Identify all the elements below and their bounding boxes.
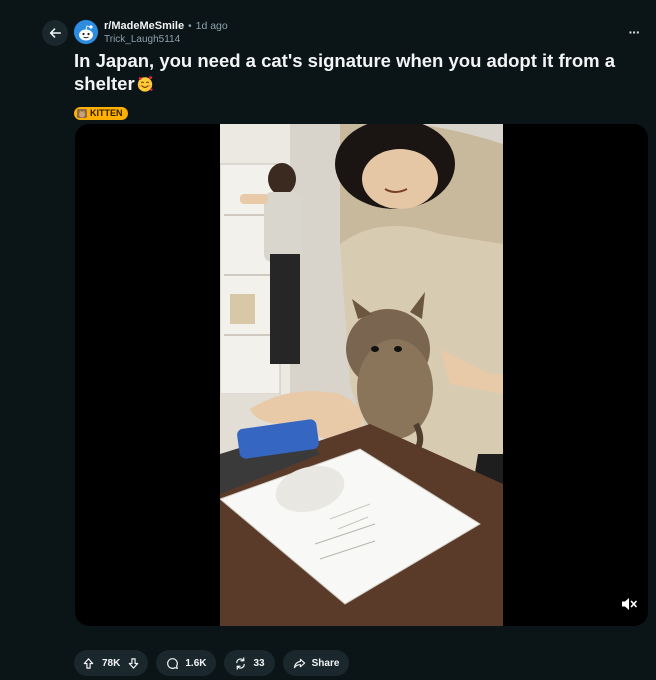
post-flair[interactable]: KITTEN [74,107,128,120]
video-player[interactable] [75,124,648,626]
subreddit-link[interactable]: r/MadeMeSmile [104,21,184,32]
meta-separator: • [188,20,192,32]
crosspost-icon [236,656,246,670]
upvote-count: 78K [102,657,121,669]
ellipsis-icon: ··· [628,24,641,40]
subreddit-avatar[interactable] [74,20,98,44]
smiling-face-with-hearts-icon [137,76,153,92]
crosspost-count: 33 [253,657,265,669]
back-button[interactable] [42,20,68,46]
vote-control: 78K [74,650,149,676]
subreddit-avatar-image [74,20,98,44]
author-link[interactable]: Trick_Laugh5114 [104,35,228,45]
chat-bubble-icon [167,657,179,669]
post-meta: r/MadeMeSmile • 1d ago Trick_Laugh5114 [104,21,228,45]
post-page: r/MadeMeSmile • 1d ago Trick_Laugh5114 ·… [0,0,656,680]
comment-count: 1.6K [185,657,207,669]
share-button[interactable]: Share [282,650,350,676]
post-time: 1d ago [195,20,228,33]
comments-button[interactable]: 1.6K [156,650,217,676]
arrow-down-icon[interactable] [127,657,140,670]
arrow-up-icon[interactable] [82,657,95,670]
speaker-muted-icon[interactable] [620,596,638,612]
post-actions: 78K 1.6K 33 Share [74,650,350,676]
post-title-text: In Japan, you need a cat's signature whe… [74,50,615,94]
flair-label: KITTEN [90,108,123,118]
arrow-left-icon [49,28,62,38]
crosspost-button[interactable]: 33 [224,650,275,676]
post-title: In Japan, you need a cat's signature whe… [74,49,634,95]
kitten-flair-icon [77,109,87,118]
video-frame[interactable] [220,124,503,626]
share-label: Share [311,657,340,669]
video-still-image [220,124,503,626]
share-arrow-icon [293,658,305,668]
more-options-button[interactable]: ··· [626,22,642,42]
